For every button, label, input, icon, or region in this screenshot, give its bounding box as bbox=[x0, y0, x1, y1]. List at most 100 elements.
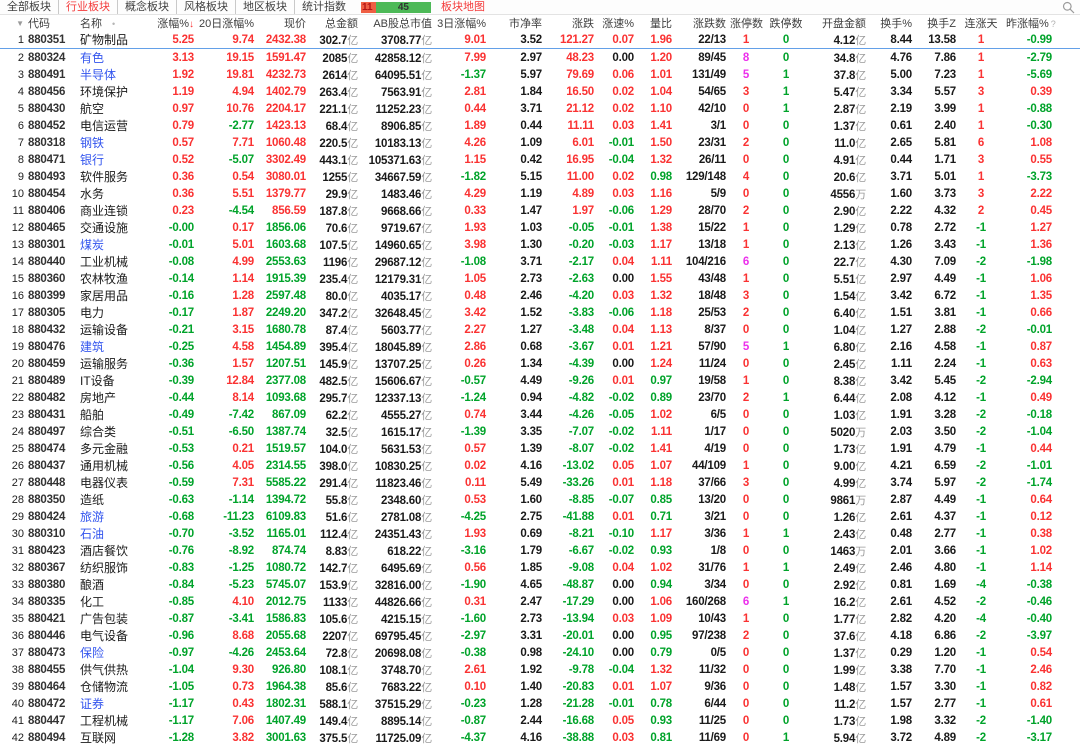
amount-unit: 亿 bbox=[421, 307, 432, 320]
table-row[interactable]: 2 880324 有色 3.13 19.15 1591.47 2085亿 42858.12亿 7… bbox=[0, 49, 1080, 67]
table-row[interactable]: 12 880465 交通设施 -0.00 0.17 1856.06 70.6亿 9719.67… bbox=[0, 219, 1080, 236]
tab-1[interactable]: 行业板块 bbox=[58, 0, 117, 14]
col-header-price[interactable]: 现价 bbox=[256, 15, 308, 31]
amount-unit: 亿 bbox=[421, 375, 432, 388]
cell-market-cap: 32648.45亿 bbox=[374, 307, 432, 320]
table-row[interactable]: 37 880473 保险 -0.97 -4.26 2453.64 72.8亿 20698.08… bbox=[0, 644, 1080, 661]
cell-open-amount: 5020万 bbox=[830, 426, 866, 439]
table-row[interactable]: 1 880351 矿物制品 5.25 9.74 2432.38 302.7亿 3708.77亿… bbox=[0, 31, 1080, 49]
cell-change-abs: -16.68 bbox=[562, 714, 595, 727]
cell-limit-up-count: 1 bbox=[742, 221, 750, 234]
table-row[interactable]: 34 880335 化工 -0.85 4.10 2012.75 1133亿 44826.66亿… bbox=[0, 593, 1080, 610]
col-header-turnover-z[interactable]: 换手Z bbox=[914, 15, 958, 31]
cell-pb-ratio: 4.49 bbox=[520, 374, 542, 387]
table-row[interactable]: 33 880380 酿酒 -0.84 -5.23 5745.07 153.9亿 32816.0… bbox=[0, 576, 1080, 593]
cell-volume-ratio: 0.81 bbox=[650, 731, 672, 744]
col-header-change-pct[interactable]: 涨幅%↓ bbox=[152, 15, 196, 31]
tab-3[interactable]: 风格板块 bbox=[176, 0, 235, 14]
table-row[interactable]: 6 880452 电信运营 0.79 -2.77 1423.13 68.4亿 8906.85亿… bbox=[0, 117, 1080, 134]
col-header-market-cap[interactable]: AB股总市值 bbox=[360, 15, 434, 31]
table-row[interactable]: 27 880448 电器仪表 -0.59 7.31 5585.22 291.4亿 11823.… bbox=[0, 474, 1080, 491]
cell-change-3d-pct: -0.87 bbox=[460, 714, 486, 727]
cell-limit-up-count: 1 bbox=[742, 561, 750, 574]
table-row[interactable]: 14 880440 工业机械 -0.08 4.99 2553.63 1196亿 29687.1… bbox=[0, 253, 1080, 270]
tab-2[interactable]: 概念板块 bbox=[117, 0, 176, 14]
col-header-consecutive-up-days[interactable]: 连涨天 bbox=[958, 15, 1004, 31]
table-row[interactable]: 3 880491 半导体 1.92 19.81 4232.73 2614亿 64095.51亿… bbox=[0, 66, 1080, 83]
col-header-turnover-pct[interactable]: 换手% bbox=[868, 15, 914, 31]
table-row[interactable]: 39 880464 仓储物流 -1.05 0.73 1964.38 85.6亿 7683.22… bbox=[0, 678, 1080, 695]
help-icon[interactable]: ? bbox=[1049, 19, 1056, 29]
sector-map-link[interactable]: 板块地图 bbox=[441, 0, 485, 14]
table-row[interactable]: 15 880360 农林牧渔 -0.14 1.14 1915.39 235.4亿 12179.… bbox=[0, 270, 1080, 287]
cell-pad bbox=[1054, 100, 1080, 117]
table-row[interactable]: 19 880476 建筑 -0.25 4.58 1454.89 395.4亿 18045.89… bbox=[0, 338, 1080, 355]
col-header-code[interactable]: 代码 bbox=[26, 15, 78, 31]
table-row[interactable]: 20 880459 运输服务 -0.36 1.57 1207.51 145.9亿 13707.… bbox=[0, 355, 1080, 372]
table-row[interactable]: 9 880493 软件服务 0.36 0.54 3080.01 1255亿 34667.59亿… bbox=[0, 168, 1080, 185]
table-row[interactable]: 10 880454 水务 0.36 5.51 1379.77 29.9亿 1483.46亿 4.… bbox=[0, 185, 1080, 202]
sector-table-header: ▼ 代码 名称 • 涨幅%↓ 20日涨幅% 现价 总金额 AB股总市值 3日涨幅% 市净率 涨跌 涨速%… bbox=[0, 15, 1080, 31]
table-row[interactable]: 7 880318 钢铁 0.57 7.71 1060.48 220.5亿 10183.13亿 4… bbox=[0, 134, 1080, 151]
table-row[interactable]: 31 880423 酒店餐饮 -0.76 -8.92 874.74 8.83亿 618.22亿… bbox=[0, 542, 1080, 559]
table-row[interactable]: 23 880431 船舶 -0.49 -7.42 867.09 62.2亿 4555.27亿 0… bbox=[0, 406, 1080, 423]
table-row[interactable]: 36 880446 电气设备 -0.96 8.68 2055.68 2207亿 69795.4… bbox=[0, 627, 1080, 644]
amount-unit: 亿 bbox=[421, 222, 432, 235]
table-row[interactable]: 13 880301 煤炭 -0.01 5.01 1603.68 107.5亿 14960.65… bbox=[0, 236, 1080, 253]
table-row[interactable]: 40 880472 证券 -1.17 0.43 1802.31 588.1亿 37515.29… bbox=[0, 695, 1080, 712]
cell-price: 2432.38 bbox=[256, 31, 308, 49]
table-row[interactable]: 32 880367 纺织服饰 -0.83 -1.25 1080.72 142.7亿 6495.… bbox=[0, 559, 1080, 576]
table-row[interactable]: 26 880437 通用机械 -0.56 4.05 2314.55 398.0亿 10830.… bbox=[0, 457, 1080, 474]
col-header-up-down-count[interactable]: 涨跌数 bbox=[674, 15, 728, 31]
table-row[interactable]: 29 880424 旅游 -0.68 -11.23 6109.83 51.6亿 2781.08… bbox=[0, 508, 1080, 525]
search-icon[interactable] bbox=[1062, 1, 1076, 14]
table-row[interactable]: 5 880430 航空 0.97 10.76 2204.17 221.1亿 11252.23亿… bbox=[0, 100, 1080, 117]
table-row[interactable]: 4 880456 环境保护 1.19 4.94 1402.79 263.4亿 7563.91亿… bbox=[0, 83, 1080, 100]
cell-up-down-count: 3/21 bbox=[704, 510, 726, 523]
table-row[interactable]: 22 880482 房地产 -0.44 8.14 1093.68 295.7亿 12337.1… bbox=[0, 389, 1080, 406]
col-header-yesterday-change-pct[interactable]: 昨涨幅%? bbox=[1004, 15, 1056, 31]
table-row[interactable]: 11 880406 商业连锁 0.23 -4.54 856.59 187.8亿 9668.66… bbox=[0, 202, 1080, 219]
amount-unit: 亿 bbox=[855, 613, 866, 626]
cell-open-amount: 1.04亿 bbox=[833, 324, 867, 337]
table-row[interactable]: 35 880421 广告包装 -0.87 -3.41 1586.83 105.6亿 4215.… bbox=[0, 610, 1080, 627]
table-row[interactable]: 25 880474 多元金融 -0.53 0.21 1519.57 104.0亿 5631.5… bbox=[0, 440, 1080, 457]
table-row[interactable]: 38 880455 供气供热 -1.04 9.30 926.80 108.1亿 3748.70… bbox=[0, 661, 1080, 678]
filter-dropdown-icon[interactable]: ▼ bbox=[16, 19, 24, 28]
col-header-volume-ratio[interactable]: 量比 bbox=[636, 15, 674, 31]
table-row[interactable]: 42 880494 互联网 -1.28 3.82 3001.63 375.5亿 11725.0… bbox=[0, 729, 1080, 746]
col-header-change-3d-pct[interactable]: 3日涨幅% bbox=[434, 15, 488, 31]
tab-0[interactable]: 全部板块 bbox=[0, 0, 58, 14]
table-row[interactable]: 41 880447 工程机械 -1.17 7.06 1407.49 149.4亿 8895.1… bbox=[0, 712, 1080, 729]
table-row[interactable]: 18 880432 运输设备 -0.21 3.15 1680.78 87.4亿 5603.77… bbox=[0, 321, 1080, 338]
cell-turnover-pct: 4.30 bbox=[890, 255, 912, 268]
col-header-limit-up-count[interactable]: 涨停数 bbox=[728, 15, 764, 31]
table-row[interactable]: 24 880497 综合类 -0.51 -6.50 1387.74 32.5亿 1615.17… bbox=[0, 423, 1080, 440]
cell-change-20d-pct: 0.54 bbox=[232, 170, 254, 183]
cell-change-20d-pct: 9.74 bbox=[196, 31, 256, 49]
tab-5[interactable]: 统计指数 bbox=[294, 0, 353, 14]
tab-4[interactable]: 地区板块 bbox=[235, 0, 294, 14]
table-row[interactable]: 21 880489 IT设备 -0.39 12.84 2377.08 482.5亿 15606… bbox=[0, 372, 1080, 389]
col-header-total-amount[interactable]: 总金额 bbox=[308, 15, 360, 31]
cell-pb-ratio: 2.44 bbox=[520, 714, 542, 727]
cell-change-pct: -0.68 bbox=[168, 510, 194, 523]
cell-pad bbox=[1054, 712, 1080, 729]
table-row[interactable]: 16 880399 家居用品 -0.16 1.28 2597.48 80.0亿 4035.17… bbox=[0, 287, 1080, 304]
cell-yesterday-change-pct: 0.54 bbox=[1030, 646, 1052, 659]
cell-pb-ratio: 0.94 bbox=[520, 391, 542, 404]
col-header-change-20d-pct[interactable]: 20日涨幅% bbox=[196, 15, 256, 31]
col-header-open-amount[interactable]: 开盘金额 bbox=[808, 15, 868, 31]
col-header-limit-down-count[interactable]: 跌停数 bbox=[764, 15, 808, 31]
col-header-pb-ratio[interactable]: 市净率 bbox=[488, 15, 544, 31]
cell-speed-pct: 0.03 bbox=[612, 187, 634, 200]
table-row[interactable]: 8 880471 银行 0.52 -5.07 3302.49 443.1亿 105371.63… bbox=[0, 151, 1080, 168]
table-row[interactable]: 30 880310 石油 -0.70 -3.52 1165.01 112.4亿 24351.4… bbox=[0, 525, 1080, 542]
cell-pb-ratio: 1.92 bbox=[520, 663, 542, 676]
col-header-speed-pct[interactable]: 涨速% bbox=[596, 15, 636, 31]
table-row[interactable]: 17 880305 电力 -0.17 1.87 2249.20 347.2亿 32648.45… bbox=[0, 304, 1080, 321]
cell-limit-down-count: 0 bbox=[782, 221, 790, 234]
table-row[interactable]: 28 880350 造纸 -0.63 -1.14 1394.72 55.8亿 2348.60亿… bbox=[0, 491, 1080, 508]
col-header-change-abs[interactable]: 涨跌 bbox=[544, 15, 596, 31]
col-header-name[interactable]: 名称 • bbox=[78, 15, 152, 31]
